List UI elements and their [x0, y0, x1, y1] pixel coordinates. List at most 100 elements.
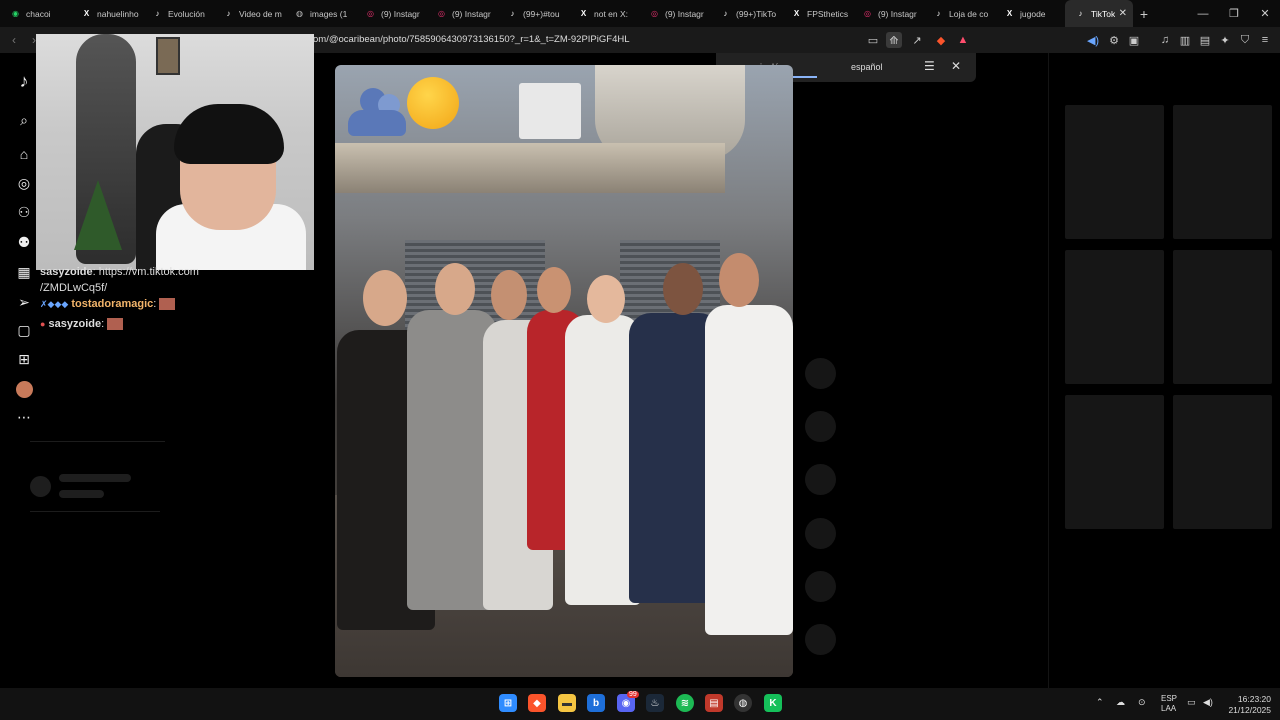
- tab[interactable]: Xnot en X:: [568, 0, 639, 27]
- live-icon[interactable]: ▦: [14, 262, 34, 282]
- whatsapp-icon: ◉: [12, 9, 19, 18]
- tray-chevron-icon[interactable]: ⌃: [1096, 697, 1104, 708]
- activity-icon[interactable]: ▢: [14, 320, 34, 340]
- related-video-tile[interactable]: [1173, 395, 1272, 529]
- window-close-button[interactable]: ✕: [1249, 0, 1280, 27]
- divider: [30, 441, 165, 442]
- screenshot-icon[interactable]: ▣: [1126, 32, 1142, 48]
- messages-icon[interactable]: ➢: [14, 292, 34, 312]
- wallet-icon[interactable]: ▤: [1197, 32, 1213, 48]
- brave-taskbar-icon[interactable]: ◆: [528, 694, 546, 712]
- tab[interactable]: ◎ (9) Instagr: [426, 0, 497, 27]
- share-icon[interactable]: ↗: [909, 32, 925, 48]
- steam-icon[interactable]: ♨: [646, 694, 664, 712]
- carousel-dot[interactable]: [805, 464, 836, 495]
- tab[interactable]: ◍ images (1: [284, 0, 355, 27]
- file-explorer-icon[interactable]: ▬: [558, 694, 576, 712]
- tab[interactable]: ◎ (9) Instagr: [639, 0, 710, 27]
- cloud-icon[interactable]: ☁: [1116, 697, 1125, 708]
- tab[interactable]: ♪ Loja de co: [923, 0, 994, 27]
- translate-icon[interactable]: ⟰: [886, 32, 902, 48]
- translate-target-tab[interactable]: español: [851, 62, 883, 72]
- tab[interactable]: ◉ chacoi: [0, 0, 71, 27]
- vpn-icon[interactable]: ⛉: [1237, 32, 1253, 48]
- chat-username: sasyzoide: [48, 318, 102, 330]
- network-icon[interactable]: ▭: [1187, 697, 1196, 708]
- profile-avatar[interactable]: [14, 379, 34, 399]
- brave-shields-icon[interactable]: ◆: [933, 32, 949, 48]
- tab-close-icon[interactable]: ✕: [1119, 8, 1127, 19]
- carousel-dot[interactable]: [805, 518, 836, 549]
- explore-icon[interactable]: ◎: [14, 173, 34, 193]
- upload-icon[interactable]: ⊞: [14, 349, 34, 369]
- url-text[interactable]: om/@ocaribean/photo/7585906430973136150?…: [313, 34, 630, 45]
- x-icon: X: [1006, 9, 1013, 18]
- carousel-dot[interactable]: [805, 571, 836, 602]
- brave-rewards-icon[interactable]: ▲: [955, 32, 971, 48]
- more-icon[interactable]: ⋯: [14, 407, 34, 427]
- following-icon[interactable]: ⚇: [14, 202, 34, 222]
- tab[interactable]: Xnahuelinho: [71, 0, 142, 27]
- sound-icon[interactable]: ◀): [1085, 32, 1101, 48]
- microphone-icon[interactable]: ⊙: [1138, 697, 1146, 708]
- tab[interactable]: ♪ Video de m: [213, 0, 284, 27]
- tab-active[interactable]: ♪ TikTok ✕: [1065, 0, 1133, 27]
- sidebar-icon[interactable]: ▥: [1177, 32, 1193, 48]
- tiktok-icon: ♪: [226, 9, 231, 18]
- volume-icon[interactable]: ◀): [1203, 697, 1213, 708]
- cam-hair: [174, 104, 284, 164]
- leo-ai-icon[interactable]: ✦: [1217, 32, 1233, 48]
- webcam-overlay: [36, 34, 314, 270]
- tab[interactable]: ♪ (99+)#tou: [497, 0, 568, 27]
- home-icon[interactable]: ⌂: [14, 144, 34, 164]
- photo-ac-unit: [519, 83, 581, 139]
- x-icon: X: [580, 9, 587, 18]
- photo-person-head: [719, 253, 759, 307]
- tab[interactable]: Xjugode: [994, 0, 1065, 27]
- maximize-button[interactable]: ❐: [1218, 0, 1250, 27]
- carousel-dot[interactable]: [805, 411, 836, 442]
- tiktok-icon: ♪: [723, 9, 728, 18]
- translate-options-icon[interactable]: ☰: [924, 59, 935, 73]
- search-icon[interactable]: ⌕: [14, 110, 34, 130]
- menu-icon[interactable]: ≡: [1257, 32, 1273, 48]
- extensions-icon[interactable]: ⚙: [1106, 32, 1122, 48]
- tab[interactable]: ◎ (9) Instagr: [852, 0, 923, 27]
- stream-chat: sasyzoide: https://vm.tiktok.com /ZMDLwC…: [40, 264, 199, 332]
- tab[interactable]: X FPSthetics: [781, 0, 852, 27]
- carousel-dot[interactable]: [805, 624, 836, 655]
- edge-icon[interactable]: b: [587, 694, 605, 712]
- tab-label: (9) Instagr: [452, 8, 491, 19]
- back-button[interactable]: ‹: [4, 27, 24, 53]
- instagram-icon: ◎: [651, 9, 658, 18]
- carousel-dot[interactable]: [805, 358, 836, 389]
- tab[interactable]: ♪ (99+)TikTo: [710, 0, 781, 27]
- start-icon[interactable]: ⊞: [499, 694, 517, 712]
- related-video-tile[interactable]: [1173, 105, 1272, 239]
- related-video-tile[interactable]: [1173, 250, 1272, 384]
- translate-close-icon[interactable]: ✕: [951, 59, 961, 73]
- cast-icon[interactable]: ▭: [865, 32, 881, 48]
- tab[interactable]: ♪ Evolución: [142, 0, 213, 27]
- taskbar-clock[interactable]: 16:23:20 21/12/2025: [1225, 694, 1271, 716]
- tiktok-logo-icon[interactable]: ♪: [14, 71, 34, 91]
- new-tab-button[interactable]: +: [1133, 0, 1155, 27]
- obs-icon[interactable]: ◍: [734, 694, 752, 712]
- music-icon[interactable]: ♫: [1157, 32, 1173, 48]
- related-video-tile[interactable]: [1065, 250, 1164, 384]
- spotify-icon[interactable]: ≋: [676, 694, 694, 712]
- divider: [30, 511, 160, 512]
- friends-icon[interactable]: ⚉: [14, 232, 34, 252]
- related-video-tile[interactable]: [1065, 105, 1164, 239]
- app-icon[interactable]: ▤: [705, 694, 723, 712]
- users-sticker-icon: [348, 88, 406, 138]
- discord-badge: 99: [627, 691, 639, 698]
- chat-text: : https://vm.tiktok.com: [92, 266, 199, 278]
- kick-icon[interactable]: K: [764, 694, 782, 712]
- related-video-tile[interactable]: [1065, 395, 1164, 529]
- post-photo[interactable]: [335, 65, 793, 677]
- tab[interactable]: ◎ (9) Instagr: [355, 0, 426, 27]
- language-indicator[interactable]: ESP LAA: [1161, 694, 1177, 714]
- photo-person-head: [363, 270, 407, 326]
- minimize-button[interactable]: —: [1187, 0, 1219, 27]
